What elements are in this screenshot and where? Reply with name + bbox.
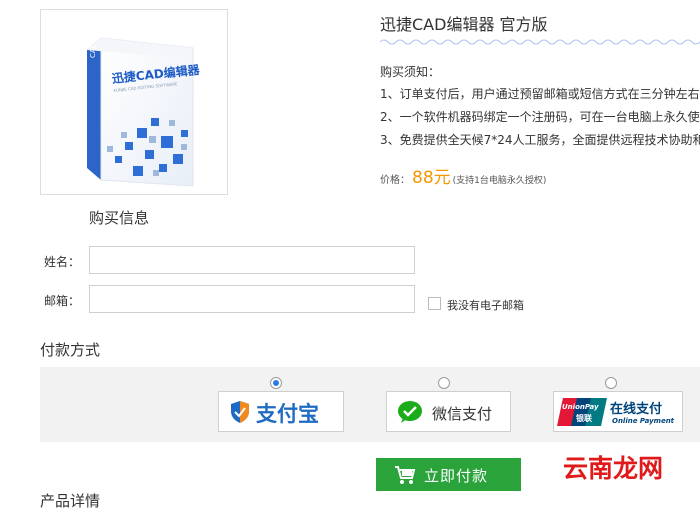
purchase-info-heading: 购买信息 — [89, 209, 150, 227]
notice-item-3: 3、免费提供全天候7*24人工服务，全面提供远程技术协助和 — [380, 133, 700, 147]
alipay-radio[interactable] — [270, 377, 282, 389]
unionpay-radio[interactable] — [605, 377, 617, 389]
email-input[interactable] — [89, 285, 415, 313]
alipay-option[interactable]: 支付宝 — [218, 391, 344, 432]
watermark: 云南龙网 — [563, 454, 664, 483]
box-badge: CAD — [89, 42, 97, 58]
no-email-label: 我没有电子邮箱 — [447, 299, 524, 312]
unionpay-brand: UnionPay — [562, 403, 599, 411]
unionpay-label: 在线支付 — [610, 402, 663, 417]
price-label: 价格： — [380, 175, 410, 186]
email-label: 邮箱： — [44, 294, 81, 308]
unionpay-brand-cn: 银联 — [576, 414, 592, 423]
notice-item-2: 2、一个软件机器码绑定一个注册码，可在一台电脑上永久使用 — [380, 110, 700, 124]
product-detail-heading: 产品详情 — [40, 492, 101, 510]
title-divider — [380, 39, 700, 45]
wechat-pay-option[interactable]: 微信支付 — [386, 391, 511, 432]
name-input[interactable] — [89, 246, 415, 274]
unionpay-option[interactable]: UnionPay 银联 在线支付 Online Payment — [553, 391, 683, 432]
notice-item-1: 1、订单支付后，用户通过预留邮箱或短信方式在三分钟左右 — [380, 87, 700, 101]
price-row: 价格： 88元 (支持1台电脑永久授权) — [380, 163, 546, 188]
no-email-checkbox[interactable] — [428, 297, 441, 310]
pay-now-label: 立即付款 — [424, 467, 489, 485]
wechat-pay-label: 微信支付 — [432, 405, 493, 423]
unionpay-logo-icon: UnionPay 银联 — [557, 398, 607, 426]
cart-icon — [395, 466, 416, 484]
wechat-radio[interactable] — [438, 377, 450, 389]
price-value: 88元 — [412, 168, 451, 188]
alipay-label: 支付宝 — [256, 402, 319, 426]
alipay-shield-icon — [231, 401, 249, 423]
payment-heading: 付款方式 — [40, 341, 101, 359]
unionpay-sub-label: Online Payment — [612, 417, 675, 425]
wechat-icon — [398, 401, 422, 423]
pay-now-button[interactable]: 立即付款 — [376, 458, 521, 491]
price-note: (支持1台电脑永久授权) — [452, 176, 547, 186]
name-label: 姓名： — [44, 255, 81, 269]
notice-heading: 购买须知： — [380, 65, 441, 79]
product-image: CAD 迅捷CAD编辑器 XUNJIE CAD EDITING SOFTWARE — [40, 9, 228, 195]
product-title: 迅捷CAD编辑器 官方版 — [380, 15, 548, 34]
